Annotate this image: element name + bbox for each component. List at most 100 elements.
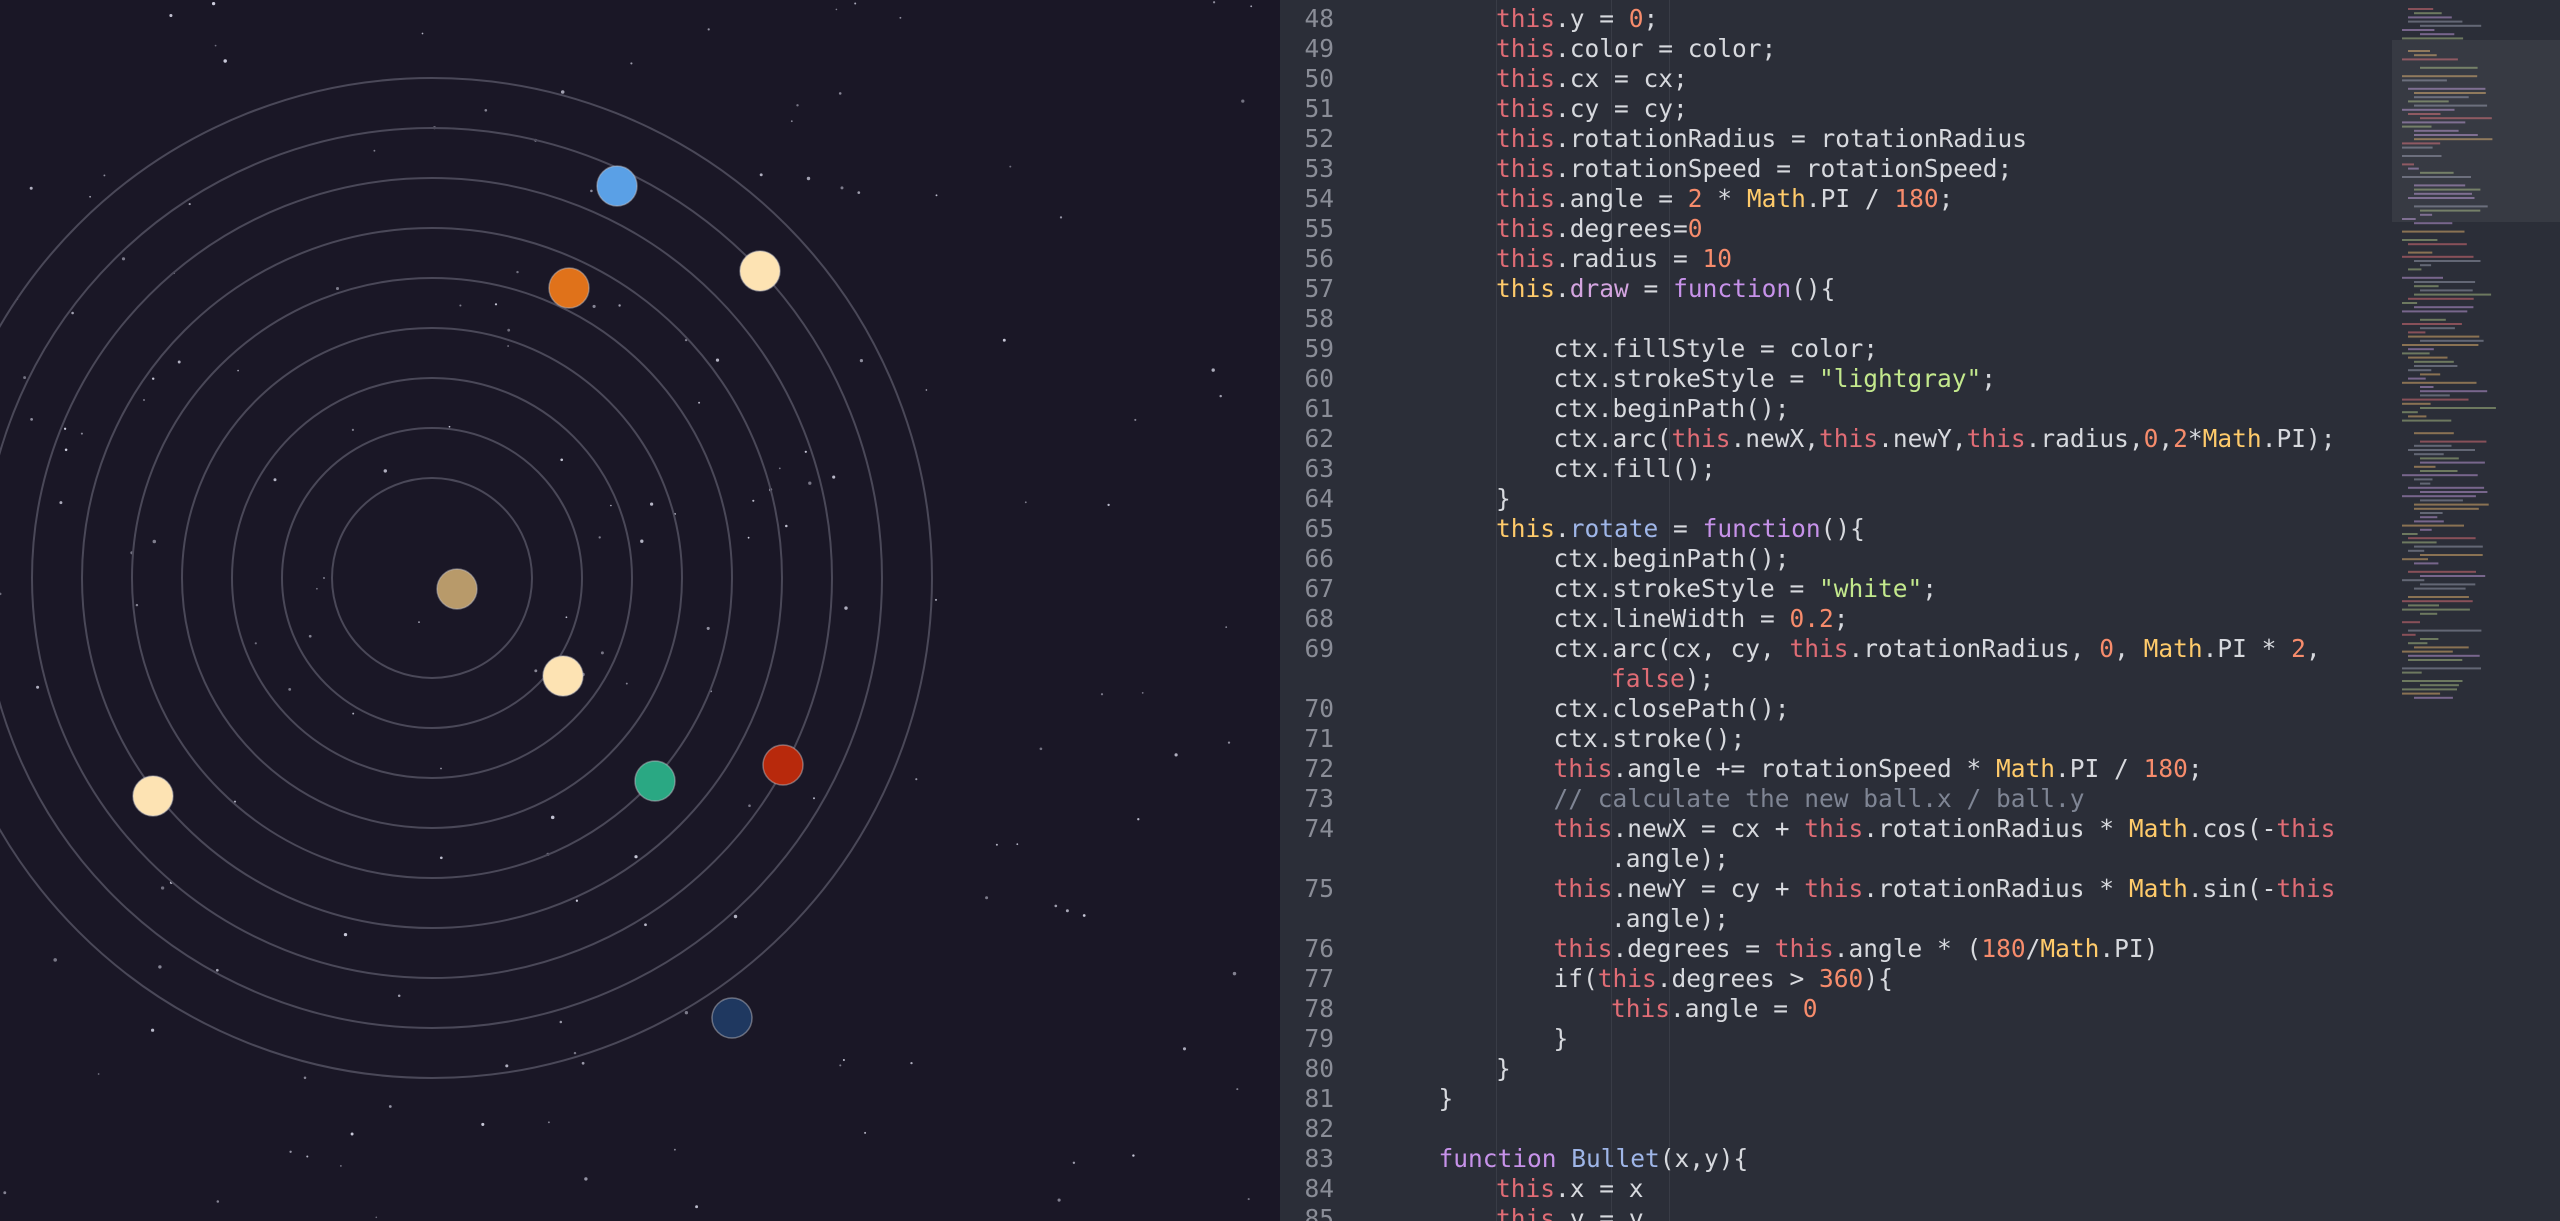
star xyxy=(559,1020,563,1024)
code-token: this xyxy=(1611,994,1671,1023)
code-token: ctx.strokeStyle = xyxy=(1553,364,1820,393)
code-text: this.draw = function(){ xyxy=(1496,274,1835,304)
code-line: 76 this.degrees = this.angle * (180/Math.… xyxy=(1304,934,2392,964)
code-text: ctx.beginPath(); xyxy=(1554,394,1790,424)
minimap-line xyxy=(2420,684,2459,687)
code-text: this.cy = cy; xyxy=(1496,94,1688,124)
code-token: } xyxy=(1496,484,1511,513)
code-line: 71 ctx.stroke(); xyxy=(1304,724,2392,754)
code-token: function xyxy=(1673,274,1792,303)
code-token: .newY = cy + xyxy=(1612,874,1805,903)
code-line: 67 ctx.strokeStyle = "white"; xyxy=(1304,574,2392,604)
planet-navy xyxy=(711,997,753,1039)
star xyxy=(481,1122,485,1126)
code-line: 84 this.x = x xyxy=(1304,1174,2392,1204)
code-token: .radius = xyxy=(1555,244,1703,273)
code-text: this.angle = 2 * Math.PI / 180; xyxy=(1496,184,1953,214)
code-token: 2 xyxy=(2173,424,2188,453)
star xyxy=(0,592,2,596)
star xyxy=(934,598,938,601)
code-token: "white" xyxy=(1819,574,1923,603)
star xyxy=(135,603,139,607)
code-text: this.rotationRadius = rotationRadius xyxy=(1496,124,2027,154)
star xyxy=(759,173,763,177)
star xyxy=(899,16,902,19)
code-token: .PI) xyxy=(2099,934,2159,963)
star xyxy=(854,2,857,5)
star xyxy=(995,843,998,846)
planet-cream xyxy=(542,655,584,697)
code-text: this.angle += rotationSpeed * Math.PI / … xyxy=(1554,754,2203,784)
code-editor[interactable]: 48 this.y = 0; 49 this.color = color; 50 this… xyxy=(1280,0,2560,1221)
code-token: .newX = cx + xyxy=(1612,814,1805,843)
code-line: 78 this.angle = 0 xyxy=(1304,994,2392,1024)
code-token: ctx.arc( xyxy=(1553,424,1672,453)
code-token: 0 xyxy=(2143,424,2159,453)
star xyxy=(560,90,565,94)
code-token: ctx.fill(); xyxy=(1553,454,1716,483)
code-token: .x = x xyxy=(1555,1174,1644,1203)
minimap-line xyxy=(2420,575,2486,577)
code-token: 180 xyxy=(1981,934,2026,963)
code-line: 82 xyxy=(1304,1114,2392,1144)
minimap[interactable] xyxy=(2392,0,2560,1221)
line-number: 77 xyxy=(1304,964,1334,993)
star xyxy=(915,778,918,781)
star xyxy=(839,1064,842,1067)
code-area[interactable]: 48 this.y = 0; 49 this.color = color; 50 this… xyxy=(1304,0,2392,1221)
star xyxy=(80,432,83,435)
star xyxy=(343,932,348,937)
star xyxy=(151,377,155,380)
code-token: (){ xyxy=(1791,274,1836,303)
star xyxy=(143,399,145,401)
minimap-line xyxy=(2408,335,2480,338)
minimap-line xyxy=(2414,222,2453,225)
star xyxy=(733,914,738,919)
star xyxy=(1174,753,1178,757)
code-token: if( xyxy=(1553,964,1598,993)
line-number: 48 xyxy=(1304,4,1334,33)
minimap-line xyxy=(2402,323,2462,325)
star xyxy=(459,304,462,307)
code-text: this.rotate = function(){ xyxy=(1496,514,1865,544)
minimap-line xyxy=(2414,503,2489,506)
code-line: 56 this.radius = 10 xyxy=(1304,244,2392,274)
minimap-line xyxy=(2402,692,2441,695)
minimap-viewport[interactable] xyxy=(2392,40,2560,222)
minimap-line xyxy=(2420,583,2476,586)
code-token: .sin(- xyxy=(2187,874,2277,903)
minimap-line xyxy=(2414,453,2444,456)
minimap-line xyxy=(2414,293,2492,296)
line-number: 73 xyxy=(1304,784,1334,813)
code-token: } xyxy=(1438,1084,1454,1113)
orbit-ring xyxy=(281,427,583,729)
code-text: this.x = x xyxy=(1496,1174,1644,1204)
code-line: false); xyxy=(1354,664,2392,694)
solar-system-canvas[interactable] xyxy=(0,0,1280,1221)
star xyxy=(618,304,621,307)
code-line: 57 this.draw = function(){ xyxy=(1304,274,2392,304)
code-token: } xyxy=(1496,1054,1511,1083)
code-token: , xyxy=(2305,634,2321,663)
code-token: 10 xyxy=(1702,244,1733,273)
star xyxy=(89,195,91,198)
code-token: 0 xyxy=(1802,994,1818,1023)
star xyxy=(610,504,612,507)
star xyxy=(1082,914,1086,917)
star xyxy=(752,499,755,502)
code-text: } xyxy=(1439,1084,1454,1114)
minimap-line xyxy=(2402,29,2435,31)
star xyxy=(1232,971,1237,976)
star xyxy=(584,1177,588,1181)
minimap-line xyxy=(2408,486,2485,489)
planet-tan xyxy=(436,568,478,610)
code-token: this xyxy=(2276,874,2336,903)
star xyxy=(575,899,579,902)
canvas-drawing xyxy=(0,1,1253,1219)
code-token: .degrees > xyxy=(1656,964,1820,993)
code-token: ctx.closePath(); xyxy=(1553,694,1790,723)
star xyxy=(565,616,568,619)
star xyxy=(674,1148,676,1151)
line-number: 64 xyxy=(1304,484,1334,513)
code-line: 49 this.color = color; xyxy=(1304,34,2392,64)
